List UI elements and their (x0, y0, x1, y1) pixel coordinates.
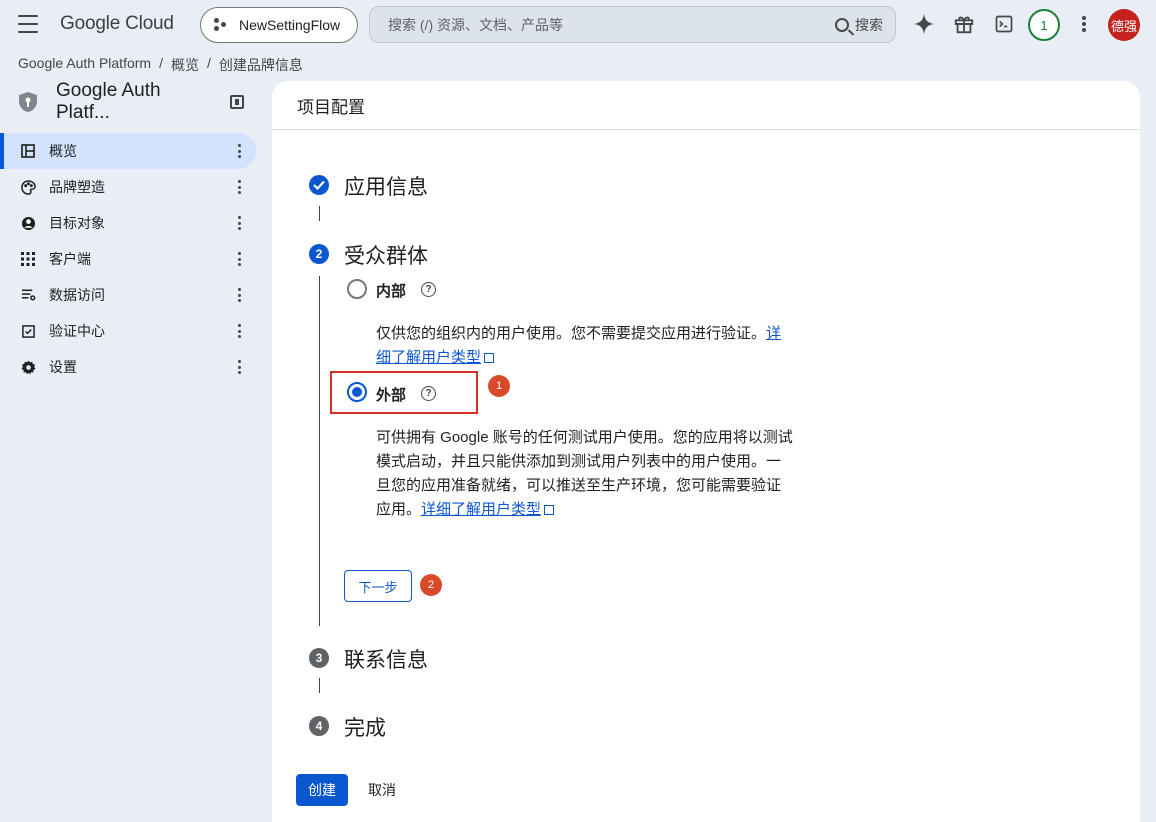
internal-description-text: 仅供您的组织内的用户使用。您不需要提交应用进行验证。 (376, 325, 767, 342)
cancel-button[interactable]: 取消 (360, 774, 404, 806)
learn-user-types-link[interactable]: 详细了解用户类型 (421, 501, 541, 518)
palette-icon (20, 179, 36, 195)
gift-icon[interactable] (952, 12, 976, 36)
step-1-complete-check-icon (309, 175, 329, 195)
more-vert-icon[interactable] (1072, 12, 1096, 36)
search-placeholder: 搜索 (/) 资源、文档、产品等 (388, 16, 563, 33)
sidebar-item-label: 概览 (49, 143, 77, 159)
help-icon[interactable]: ? (421, 386, 436, 401)
step-2-title[interactable]: 受众群体 (344, 240, 428, 270)
google-cloud-logo[interactable]: Google Cloud (60, 13, 174, 35)
page-title: 项目配置 (272, 81, 1140, 130)
sidebar-item-label: 设置 (49, 359, 77, 375)
external-description-line: 可供拥有 Google 账号的任何测试用户使用。您的应用将以测试 (376, 429, 793, 446)
step-4-number-icon: 4 (309, 716, 329, 736)
sidebar-item-audience[interactable]: 目标对象 (0, 205, 256, 241)
list-filter-icon (20, 287, 36, 303)
apps-grid-icon (20, 251, 36, 267)
project-name: NewSettingFlow (239, 17, 341, 33)
step-3-number-icon: 3 (309, 648, 329, 668)
sidebar-item-label: 目标对象 (49, 215, 105, 231)
sidebar-item-label: 客户端 (49, 251, 91, 267)
step-connector (319, 678, 320, 693)
more-vert-icon[interactable] (238, 360, 242, 374)
gear-icon (20, 359, 36, 375)
next-button[interactable]: 下一步 (344, 570, 412, 602)
project-picker-button[interactable]: NewSettingFlow (200, 7, 358, 43)
external-description-line: 旦您的应用准备就绪，可以推送至生产环境，您可能需要验证 (376, 477, 782, 494)
step-connector (319, 206, 320, 221)
more-vert-icon[interactable] (238, 180, 242, 194)
breadcrumb-separator: / (159, 55, 163, 71)
collapse-sidebar-icon[interactable] (230, 95, 244, 109)
search-button-label: 搜索 (855, 16, 883, 33)
more-vert-icon[interactable] (238, 216, 242, 230)
project-icon (213, 17, 229, 33)
check-box-icon (20, 323, 36, 339)
main-menu-icon[interactable] (18, 15, 38, 33)
user-avatar[interactable]: 德强 (1108, 9, 1140, 41)
breadcrumb-item-current: 创建品牌信息 (218, 57, 303, 73)
more-vert-icon[interactable] (238, 288, 242, 302)
dashboard-icon (20, 143, 36, 159)
sidebar-item-settings[interactable]: 设置 (0, 349, 256, 385)
breadcrumb: Google Auth Platform / 概览 / 创建品牌信息 (18, 55, 303, 75)
notifications-badge[interactable]: 1 (1028, 9, 1060, 41)
open-in-new-icon (544, 505, 555, 515)
external-description: 可供拥有 Google 账号的任何测试用户使用。您的应用将以测试 模式启动，并且… (376, 426, 826, 522)
sidebar-item-verification-center[interactable]: 验证中心 (0, 313, 256, 349)
external-description-line: 模式启动，并且只能供添加到测试用户列表中的用户使用。一 (376, 453, 782, 470)
learn-user-types-link[interactable]: 详 (766, 325, 781, 342)
learn-user-types-link[interactable]: 细了解用户类型 (376, 349, 481, 366)
external-label[interactable]: 外部 (376, 384, 406, 405)
sidebar-nav: 概览 品牌塑造 目标对象 客户端 数据访问 验证中心 设置 (0, 133, 256, 385)
sidebar-title: Google Auth Platf... (56, 80, 161, 123)
internal-radio[interactable] (347, 279, 367, 299)
account-circle-icon (20, 215, 36, 231)
create-button[interactable]: 创建 (296, 774, 348, 806)
sidebar-header: Google Auth Platf... (18, 80, 258, 123)
sidebar-item-overview[interactable]: 概览 (0, 133, 256, 169)
sidebar-item-branding[interactable]: 品牌塑造 (0, 169, 256, 205)
sidebar-item-label: 验证中心 (49, 323, 105, 339)
search-button[interactable]: 搜索 (835, 15, 895, 35)
step-4-title[interactable]: 完成 (344, 712, 386, 742)
internal-label[interactable]: 内部 (376, 280, 406, 301)
annotation-marker: 2 (420, 574, 442, 596)
more-vert-icon[interactable] (238, 324, 242, 338)
sidebar-item-label: 品牌塑造 (49, 179, 105, 195)
cloud-shell-terminal-icon[interactable] (992, 12, 1016, 36)
internal-description: 仅供您的组织内的用户使用。您不需要提交应用进行验证。详 细了解用户类型 (376, 322, 816, 370)
step-2-number-icon: 2 (309, 244, 329, 264)
gemini-sparkle-icon[interactable] (912, 12, 936, 36)
external-description-line: 应用。 (376, 501, 422, 518)
step-3-title[interactable]: 联系信息 (344, 644, 428, 674)
top-bar: Google Cloud NewSettingFlow 搜索 (/) 资源、文档… (0, 0, 1156, 50)
more-vert-icon[interactable] (238, 144, 242, 158)
breadcrumb-item[interactable]: 概览 (171, 55, 199, 75)
open-in-new-icon (484, 353, 495, 363)
sidebar-item-label: 数据访问 (49, 287, 105, 303)
annotation-marker: 1 (488, 375, 510, 397)
step-1-title[interactable]: 应用信息 (344, 171, 428, 201)
more-vert-icon[interactable] (238, 252, 242, 266)
external-radio[interactable] (347, 382, 367, 402)
sidebar-item-clients[interactable]: 客户端 (0, 241, 256, 277)
shield-icon (19, 92, 37, 112)
breadcrumb-separator: / (206, 55, 211, 71)
search-icon (835, 17, 849, 32)
breadcrumb-item[interactable]: Google Auth Platform (18, 55, 151, 75)
step-connector (319, 276, 320, 626)
help-icon[interactable]: ? (421, 282, 436, 297)
search-input[interactable]: 搜索 (/) 资源、文档、产品等 搜索 (369, 6, 896, 43)
sidebar-item-data-access[interactable]: 数据访问 (0, 277, 256, 313)
